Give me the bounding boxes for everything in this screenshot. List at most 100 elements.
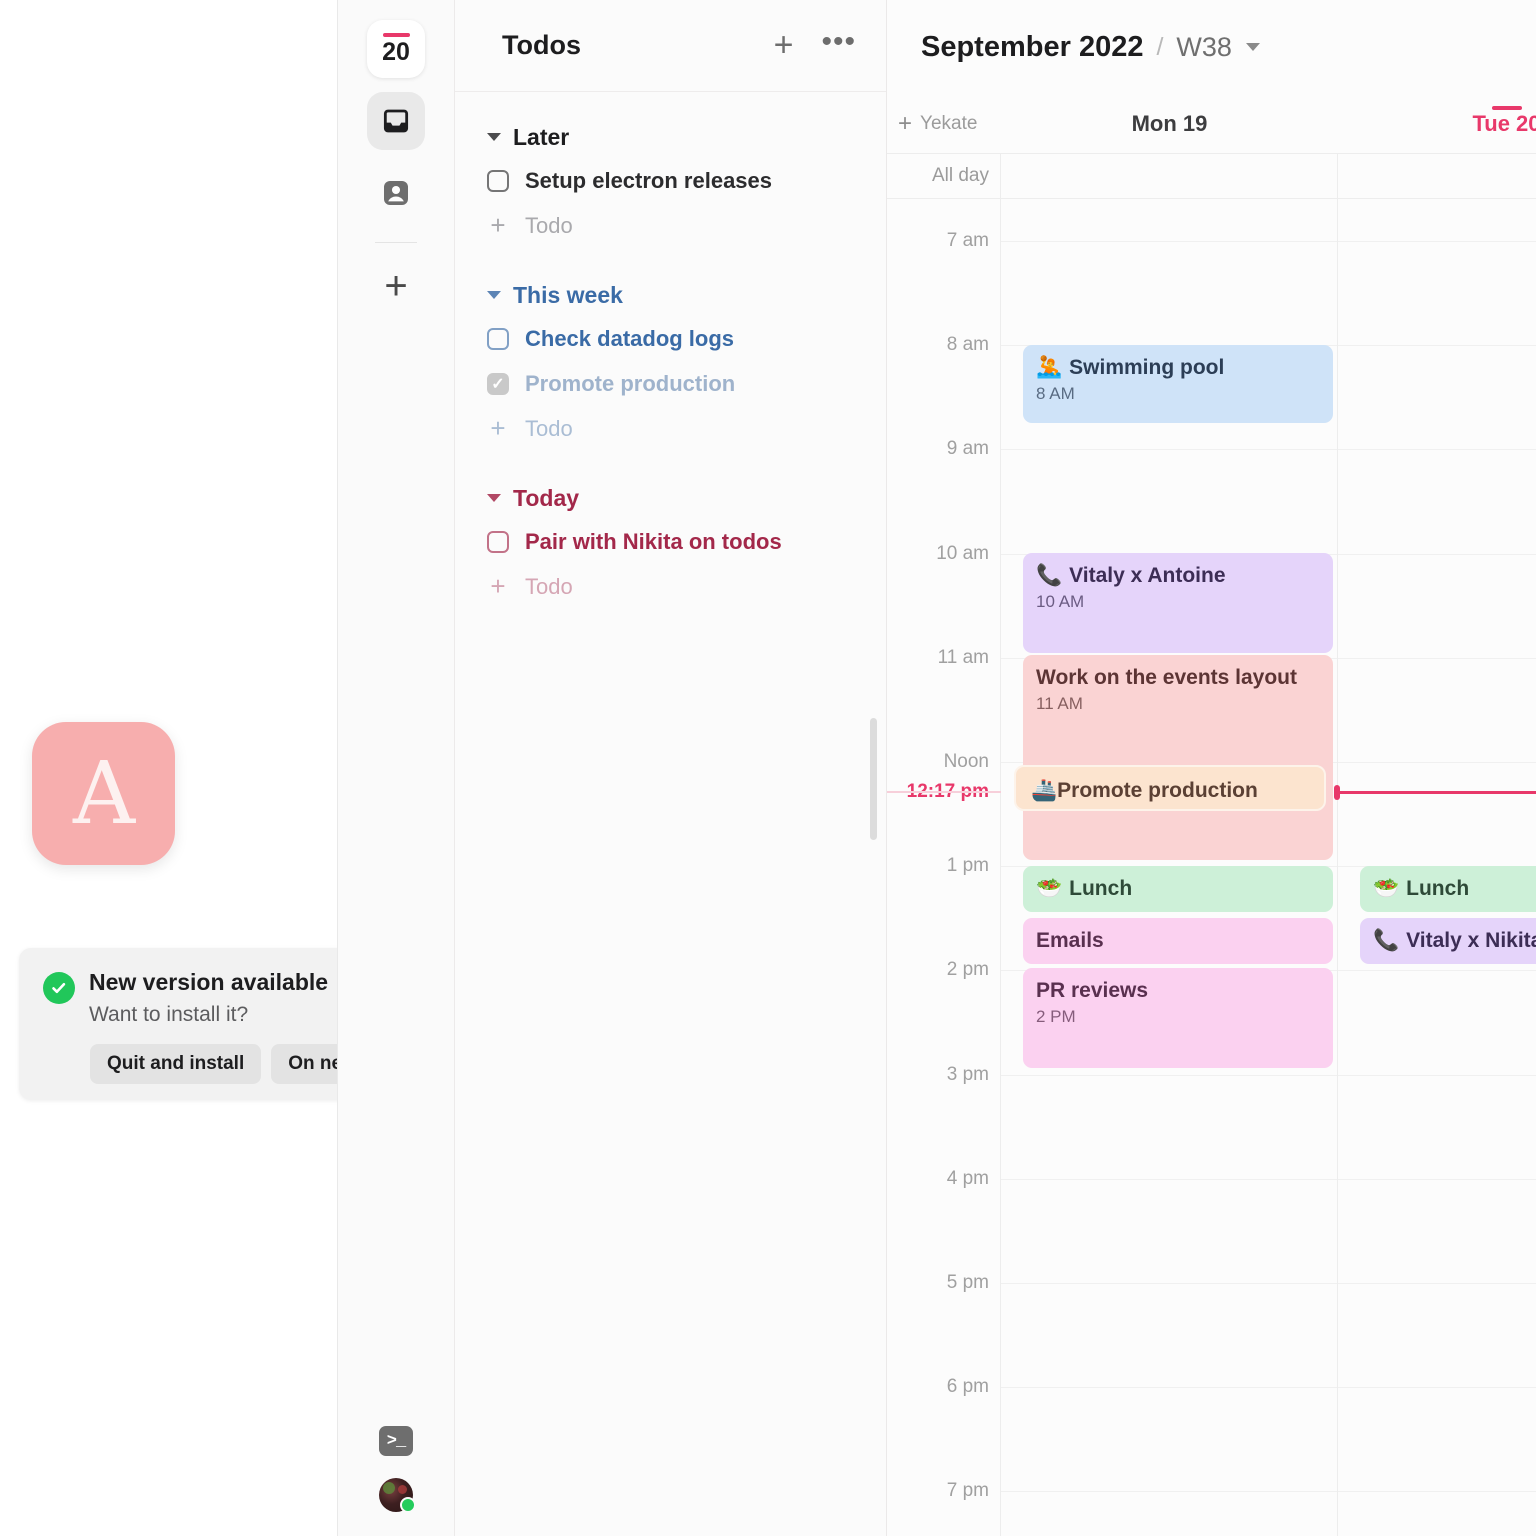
- date-tile-bar: [382, 33, 410, 37]
- todo-group-header[interactable]: Today: [455, 477, 886, 519]
- event-time: 8 AM: [1036, 384, 1075, 404]
- quit-and-install-button[interactable]: Quit and install: [90, 1044, 262, 1085]
- user-avatar[interactable]: [379, 1478, 416, 1513]
- hour-label: 9 am: [946, 438, 989, 460]
- todo-group-header[interactable]: This week: [455, 274, 886, 316]
- terminal-icon[interactable]: >_: [379, 1426, 413, 1456]
- date-tile-day: 20: [382, 38, 410, 66]
- more-horizontal-icon[interactable]: •••: [821, 26, 856, 58]
- screen: A New version available Want to install …: [0, 0, 1536, 1536]
- hour-label: Noon: [943, 751, 989, 772]
- sidebar-item-inbox[interactable]: [367, 92, 425, 150]
- event-title: PR reviews: [1036, 979, 1149, 1002]
- plus-icon: +: [384, 264, 408, 308]
- event-title: Emails: [1036, 929, 1104, 952]
- nested-task-card[interactable]: 🚢Promote production: [1014, 765, 1326, 811]
- calendar-event[interactable]: 📞 Vitaly x Antoine 10 AM: [1023, 553, 1333, 653]
- all-day-cell-mon[interactable]: [1001, 154, 1338, 198]
- event-emoji-icon: 🤽: [1036, 356, 1063, 379]
- all-day-cell-tue[interactable]: [1338, 154, 1536, 198]
- hour-label: 6 pm: [946, 1376, 989, 1398]
- todo-group-label: This week: [513, 281, 623, 308]
- day-label: Tue 20: [1472, 110, 1536, 136]
- todo-checkbox-checked[interactable]: [487, 372, 509, 395]
- calendar-event[interactable]: Work on the events layout 11 AM: [1023, 655, 1333, 860]
- todos-panel: Todos + ••• Later Setup electron release…: [455, 0, 887, 1536]
- app-icon[interactable]: A: [32, 722, 175, 865]
- add-todo-row[interactable]: + Todo: [455, 564, 886, 609]
- add-timezone-icon[interactable]: +: [898, 111, 912, 135]
- todo-item[interactable]: Check datadog logs: [455, 316, 886, 361]
- day-column-tue[interactable]: 🥗 Lunch 📞 Vitaly x Nikita: [1334, 199, 1536, 1536]
- current-time-line: [1334, 785, 1536, 800]
- breadcrumb-separator: /: [1156, 32, 1164, 61]
- event-title: 📞 Vitaly x Nikita: [1373, 929, 1536, 952]
- app-icon-letter: A: [72, 743, 135, 844]
- todo-checkbox[interactable]: [487, 530, 509, 553]
- day-column-header-tue[interactable]: Tue 20: [1338, 94, 1536, 153]
- todo-checkbox[interactable]: [487, 327, 509, 350]
- todos-list: Later Setup electron releases + Todo Thi…: [455, 92, 886, 609]
- task-emoji-icon: 🚢: [1031, 779, 1058, 802]
- day-column-header-mon[interactable]: Mon 19: [1001, 94, 1338, 153]
- todo-item[interactable]: Pair with Nikita on todos: [455, 519, 886, 564]
- calendar-event[interactable]: 🤽 Swimming pool 8 AM: [1023, 345, 1333, 423]
- calendar-day-header: + Yekate Mon 19 Tue 20: [887, 94, 1536, 154]
- hour-gridline: [1338, 553, 1536, 555]
- event-title: 🥗 Lunch: [1373, 877, 1470, 900]
- timezone-cell[interactable]: + Yekate: [887, 94, 1001, 153]
- chevron-down-icon: [487, 291, 501, 299]
- todo-group-today: Today Pair with Nikita on todos + Todo: [455, 477, 886, 609]
- add-todo-row[interactable]: + Todo: [455, 203, 886, 248]
- inbox-icon: [383, 109, 409, 133]
- hour-label: 8 am: [946, 334, 989, 356]
- todo-label: Setup electron releases: [525, 167, 773, 193]
- calendar-event[interactable]: PR reviews 2 PM: [1023, 968, 1333, 1068]
- current-time-line-stub: [887, 791, 1001, 793]
- todo-group-this-week: This week Check datadog logs Promote pro…: [455, 274, 886, 451]
- hour-gridline: [1338, 1283, 1536, 1284]
- event-emoji-icon: 📞: [1373, 929, 1400, 952]
- check-circle-icon: [43, 972, 75, 1004]
- todo-label: Promote production: [525, 370, 736, 396]
- chevron-down-icon[interactable]: [1245, 43, 1260, 51]
- chevron-down-icon: [487, 494, 501, 502]
- calendar-event[interactable]: 🥗 Lunch: [1023, 866, 1333, 912]
- hour-label: 10 am: [936, 542, 989, 564]
- calendar-event[interactable]: 📞 Vitaly x Nikita: [1360, 918, 1536, 964]
- calendar-panel: September 2022 / W38 + Yekate Mon 19 Tue…: [887, 0, 1536, 1536]
- calendar-event[interactable]: Emails: [1023, 918, 1333, 964]
- todo-checkbox[interactable]: [487, 169, 509, 192]
- todo-group-header[interactable]: Later: [455, 116, 886, 158]
- add-workspace-button[interactable]: +: [367, 257, 425, 315]
- add-todo-button[interactable]: +: [774, 28, 794, 62]
- hour-gridline: [1001, 1387, 1337, 1389]
- event-emoji-icon: 🥗: [1036, 877, 1063, 900]
- todo-group-later: Later Setup electron releases + Todo: [455, 116, 886, 248]
- hour-label: 5 pm: [946, 1272, 989, 1293]
- hour-gridline: [1001, 449, 1337, 451]
- hour-label: 4 pm: [946, 1167, 989, 1189]
- event-time: 2 PM: [1036, 1007, 1076, 1027]
- contacts-icon: [384, 181, 408, 205]
- event-title: 🥗 Lunch: [1036, 877, 1133, 900]
- nested-task-title: 🚢Promote production: [1031, 779, 1258, 802]
- todos-scrollbar[interactable]: [870, 718, 877, 840]
- hour-gridline: [1338, 762, 1536, 763]
- plus-icon: +: [490, 210, 506, 241]
- day-column-mon[interactable]: 🤽 Swimming pool 8 AM 📞 Vitaly x Antoine 10 AM…: [1001, 199, 1338, 1536]
- event-title: 📞 Vitaly x Antoine: [1036, 564, 1226, 587]
- calendar-event[interactable]: 🥗 Lunch: [1360, 866, 1536, 912]
- icon-rail: 20 + >_: [338, 0, 455, 1536]
- hour-gridline: [1338, 241, 1536, 242]
- hour-gridline: [1001, 1178, 1337, 1180]
- todo-item[interactable]: Setup electron releases: [455, 158, 886, 203]
- sidebar-item-contacts[interactable]: [367, 164, 425, 222]
- add-todo-row[interactable]: + Todo: [455, 406, 886, 451]
- todo-label: Check datadog logs: [525, 325, 735, 351]
- calendar-week-label: W38: [1176, 31, 1232, 62]
- calendar-date-tile[interactable]: 20: [367, 20, 425, 78]
- hour-label: 7 pm: [946, 1480, 989, 1502]
- day-label: Mon 19: [1131, 110, 1208, 136]
- todo-item[interactable]: Promote production: [455, 361, 886, 406]
